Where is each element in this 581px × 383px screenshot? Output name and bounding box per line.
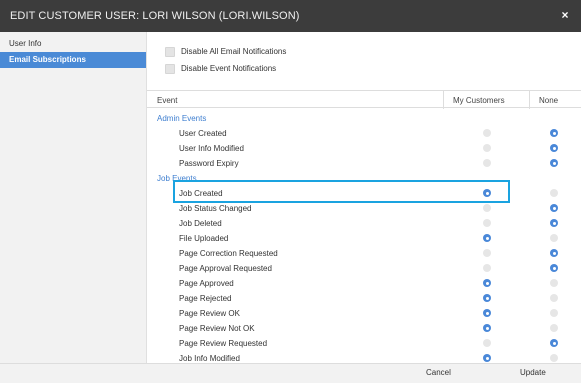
table-row: Page Review Not OK — [147, 321, 581, 336]
header-my-customers: My Customers — [453, 96, 505, 105]
dialog-titlebar: EDIT CUSTOMER USER: LORI WILSON (LORI.WI… — [0, 0, 581, 32]
table-row: Password Expiry — [147, 156, 581, 171]
none-radio[interactable] — [550, 234, 558, 242]
sidebar-item-email-subscriptions[interactable]: Email Subscriptions — [0, 52, 146, 68]
table-row: Job Status Changed — [147, 201, 581, 216]
group-header-row: Admin Events — [147, 111, 581, 126]
table-row: Page Correction Requested — [147, 246, 581, 261]
event-name: User Created — [179, 129, 227, 138]
table-row: Page Approval Requested — [147, 261, 581, 276]
main-panel: Disable All Email Notifications Disable … — [147, 32, 581, 363]
none-radio[interactable] — [550, 339, 558, 347]
disable-all-email-label: Disable All Email Notifications — [181, 47, 287, 56]
header-none: None — [539, 96, 559, 105]
my-customers-radio[interactable] — [483, 249, 491, 257]
event-name: Page Review Not OK — [179, 324, 255, 333]
none-radio[interactable] — [550, 159, 558, 167]
sidebar-item-user-info[interactable]: User Info — [0, 36, 146, 52]
event-name: Job Info Modified — [179, 354, 240, 363]
table-row: User Info Modified — [147, 141, 581, 156]
my-customers-radio[interactable] — [483, 219, 491, 227]
none-radio[interactable] — [550, 279, 558, 287]
none-radio[interactable] — [550, 204, 558, 212]
dialog-footer: Cancel Update — [0, 363, 581, 383]
none-radio[interactable] — [550, 294, 558, 302]
event-name: Password Expiry — [179, 159, 239, 168]
none-radio[interactable] — [550, 219, 558, 227]
group-header-row: Job Events — [147, 171, 581, 186]
header-event: Event — [157, 96, 178, 105]
none-radio[interactable] — [550, 309, 558, 317]
none-radio[interactable] — [550, 264, 558, 272]
dialog-title: EDIT CUSTOMER USER: LORI WILSON (LORI.WI… — [10, 10, 300, 22]
table-row: File Uploaded — [147, 231, 581, 246]
my-customers-radio[interactable] — [483, 204, 491, 212]
event-name: Page Correction Requested — [179, 249, 278, 258]
column-divider — [529, 91, 530, 109]
event-name: Job Status Changed — [179, 204, 252, 213]
table-row: Page Review Requested — [147, 336, 581, 351]
table-row: User Created — [147, 126, 581, 141]
none-radio[interactable] — [550, 144, 558, 152]
my-customers-radio[interactable] — [483, 264, 491, 272]
table-row: Page Rejected — [147, 291, 581, 306]
sidebar: User Info Email Subscriptions — [0, 32, 147, 383]
event-name: Page Review Requested — [179, 339, 268, 348]
my-customers-radio[interactable] — [483, 234, 491, 242]
close-icon[interactable]: × — [557, 7, 573, 23]
my-customers-radio[interactable] — [483, 279, 491, 287]
my-customers-radio[interactable] — [483, 159, 491, 167]
table-row: Job Created — [147, 186, 581, 201]
column-divider — [443, 91, 444, 109]
my-customers-radio[interactable] — [483, 339, 491, 347]
event-name: Page Rejected — [179, 294, 232, 303]
none-radio[interactable] — [550, 249, 558, 257]
event-name: Page Review OK — [179, 309, 240, 318]
event-table: Event My Customers None Admin Events User… — [147, 90, 581, 363]
my-customers-radio[interactable] — [483, 309, 491, 317]
group-label: Job Events — [157, 174, 197, 183]
sidebar-item-label: User Info — [9, 39, 42, 48]
my-customers-radio[interactable] — [483, 189, 491, 197]
my-customers-radio[interactable] — [483, 324, 491, 332]
group-label: Admin Events — [157, 114, 207, 123]
sidebar-item-label: Email Subscriptions — [9, 55, 86, 64]
table-row: Job Info Modified — [147, 351, 581, 363]
table-row: Page Review OK — [147, 306, 581, 321]
table-row: Job Deleted — [147, 216, 581, 231]
my-customers-radio[interactable] — [483, 294, 491, 302]
my-customers-radio[interactable] — [483, 144, 491, 152]
my-customers-radio[interactable] — [483, 354, 491, 362]
update-button[interactable]: Update — [520, 368, 546, 377]
event-name: Page Approved — [179, 279, 234, 288]
event-name: File Uploaded — [179, 234, 229, 243]
event-name: Job Deleted — [179, 219, 222, 228]
none-radio[interactable] — [550, 354, 558, 362]
cancel-button[interactable]: Cancel — [426, 368, 451, 377]
disable-all-email-checkbox[interactable] — [165, 47, 175, 57]
none-radio[interactable] — [550, 189, 558, 197]
disable-event-checkbox[interactable] — [165, 64, 175, 74]
none-radio[interactable] — [550, 129, 558, 137]
table-row: Page Approved — [147, 276, 581, 291]
disable-event-label: Disable Event Notifications — [181, 64, 277, 73]
event-name: Job Created — [179, 189, 223, 198]
none-radio[interactable] — [550, 324, 558, 332]
my-customers-radio[interactable] — [483, 129, 491, 137]
table-header: Event My Customers None — [147, 90, 581, 109]
event-name: Page Approval Requested — [179, 264, 272, 273]
event-name: User Info Modified — [179, 144, 244, 153]
